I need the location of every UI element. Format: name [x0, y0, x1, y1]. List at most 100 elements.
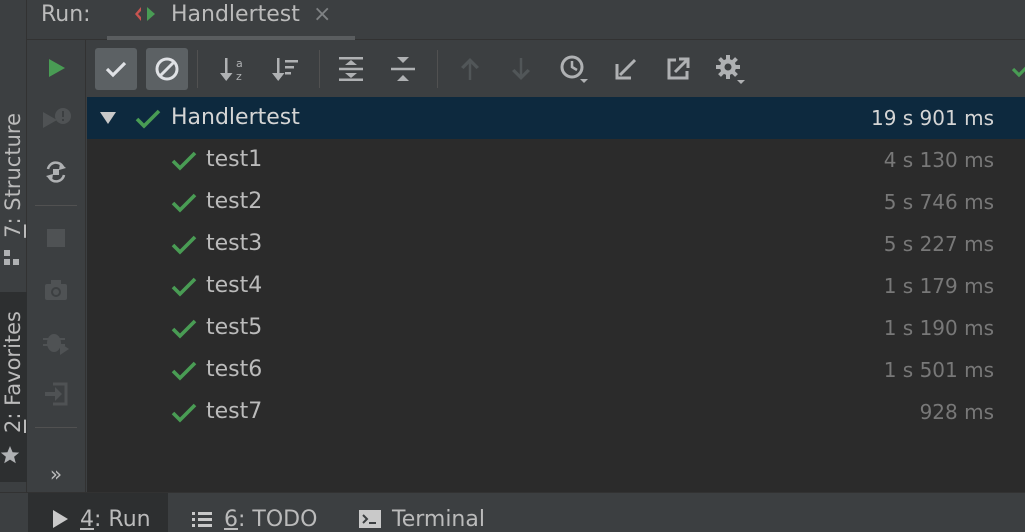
test-duration: 1 s 501 ms: [883, 358, 994, 382]
run-configuration-tab[interactable]: Handlertest ×: [107, 0, 355, 40]
svg-text:z: z: [236, 70, 242, 83]
list-icon: [192, 512, 212, 527]
test-duration: 4 s 130 ms: [883, 148, 994, 172]
previous-failed-button[interactable]: [449, 48, 491, 90]
dump-threads-button[interactable]: [40, 274, 72, 306]
gear-icon: [716, 55, 745, 84]
run-tool-tab[interactable]: 4: Run: [28, 493, 168, 532]
sort-alphabetically-button[interactable]: az: [213, 48, 255, 90]
tree-row-test[interactable]: test7 928 ms: [87, 391, 1025, 433]
expand-all-button[interactable]: [330, 48, 372, 90]
passed-check-icon: [135, 109, 161, 129]
passed-check-icon: [171, 361, 197, 381]
test-duration: 5 s 746 ms: [883, 190, 994, 214]
test-name: test3: [206, 231, 263, 256]
rerun-failed-icon: [43, 108, 71, 128]
passed-check-icon: [171, 403, 197, 423]
expand-triangle-icon[interactable]: [99, 111, 117, 125]
show-passed-button[interactable]: [95, 48, 137, 90]
test-name: test6: [206, 357, 263, 382]
tree-row-test[interactable]: test5 1 s 190 ms: [87, 307, 1025, 349]
run-tab-mnemonic: 4: [80, 506, 94, 532]
tree-row-test[interactable]: test1 4 s 130 ms: [87, 139, 1025, 181]
test-name: Handlertest: [171, 105, 300, 130]
tree-row-test[interactable]: test6 1 s 501 ms: [87, 349, 1025, 391]
tree-row-test[interactable]: test4 1 s 179 ms: [87, 265, 1025, 307]
passed-check-icon: [171, 151, 197, 171]
auto-rerun-icon: [46, 161, 66, 183]
import-tests-button[interactable]: [605, 48, 647, 90]
test-duration: 19 s 901 ms: [870, 106, 994, 130]
export-arrow-icon: [667, 57, 690, 80]
test-duration: 1 s 190 ms: [883, 316, 994, 340]
tree-row-test[interactable]: test3 5 s 227 ms: [87, 223, 1025, 265]
export-results-button[interactable]: [657, 48, 699, 90]
test-name: test5: [206, 315, 263, 340]
favorites-mnemonic: 2: [1, 419, 25, 433]
separator: [35, 205, 77, 206]
play-icon: [53, 510, 68, 528]
star-icon: [0, 445, 20, 465]
test-duration: 928 ms: [919, 400, 994, 424]
sort-alphabetically-icon: az: [220, 57, 243, 83]
debug-button[interactable]: [40, 326, 72, 358]
structure-label: : Structure: [1, 112, 25, 225]
test-duration: 5 s 227 ms: [883, 232, 994, 256]
stop-button[interactable]: [40, 222, 72, 254]
separator: [197, 50, 198, 88]
test-results-tree: Handlertest 19 s 901 ms test1 4 s 130 ms…: [87, 97, 1025, 492]
passed-check-icon: [171, 277, 197, 297]
left-tool-strip: 7: Structure 2: Favorites: [0, 0, 27, 492]
run-actions-column: »: [27, 40, 86, 492]
clock-icon: [560, 55, 588, 83]
more-chevron-icon: »: [49, 462, 63, 486]
test-history-button[interactable]: [553, 48, 595, 90]
checkmark-icon: [105, 61, 127, 78]
passed-check-icon: [171, 235, 197, 255]
import-arrow-icon: [615, 58, 637, 80]
passed-check-icon: [171, 193, 197, 213]
collapse-all-button[interactable]: [382, 48, 424, 90]
separator: [35, 427, 77, 428]
test-results-toolbar: az: [87, 40, 1025, 97]
toggle-auto-test-button[interactable]: [40, 156, 72, 188]
passed-check-icon: [171, 319, 197, 339]
run-icon: [49, 59, 65, 77]
arrow-up-icon: [461, 58, 479, 80]
close-tab-icon[interactable]: ×: [313, 0, 331, 30]
separator: [319, 50, 320, 88]
separator: [437, 50, 438, 88]
rerun-button[interactable]: [40, 52, 72, 84]
sort-by-duration-icon: [272, 58, 298, 81]
tree-row-root[interactable]: Handlertest 19 s 901 ms: [87, 97, 1025, 139]
todo-tool-tab[interactable]: 6: TODO: [190, 493, 317, 532]
more-actions-button[interactable]: »: [40, 458, 72, 490]
test-duration: 1 s 179 ms: [883, 274, 994, 298]
stop-icon: [47, 229, 65, 247]
structure-tool-tab[interactable]: 7: Structure: [0, 110, 27, 240]
status-check-icon: [1009, 58, 1025, 80]
tree-row-test[interactable]: test2 5 s 746 ms: [87, 181, 1025, 223]
next-failed-button[interactable]: [500, 48, 542, 90]
arrow-down-icon: [512, 58, 530, 80]
svg-text:a: a: [236, 57, 243, 70]
bug-icon: [43, 334, 69, 355]
settings-button[interactable]: [709, 48, 751, 90]
rerun-failed-button[interactable]: [40, 104, 72, 136]
favorites-label: : Favorites: [1, 311, 25, 420]
import-button[interactable]: [40, 378, 72, 410]
login-icon: [45, 382, 68, 406]
test-name: test1: [206, 147, 263, 172]
terminal-tab-label: Terminal: [392, 506, 485, 532]
test-name: test2: [206, 189, 263, 214]
structure-mnemonic: 7: [1, 224, 25, 238]
show-ignored-button[interactable]: [146, 48, 188, 90]
run-label: Run:: [41, 2, 91, 27]
todo-tab-mnemonic: 6: [224, 506, 238, 532]
terminal-tool-tab[interactable]: Terminal: [358, 493, 485, 532]
collapse-all-icon: [391, 57, 415, 81]
sort-by-duration-button[interactable]: [265, 48, 307, 90]
bottom-tool-window-bar: 4: Run 6: TODO Terminal: [0, 492, 1025, 532]
camera-icon: [45, 280, 67, 300]
test-name: test4: [206, 273, 263, 298]
